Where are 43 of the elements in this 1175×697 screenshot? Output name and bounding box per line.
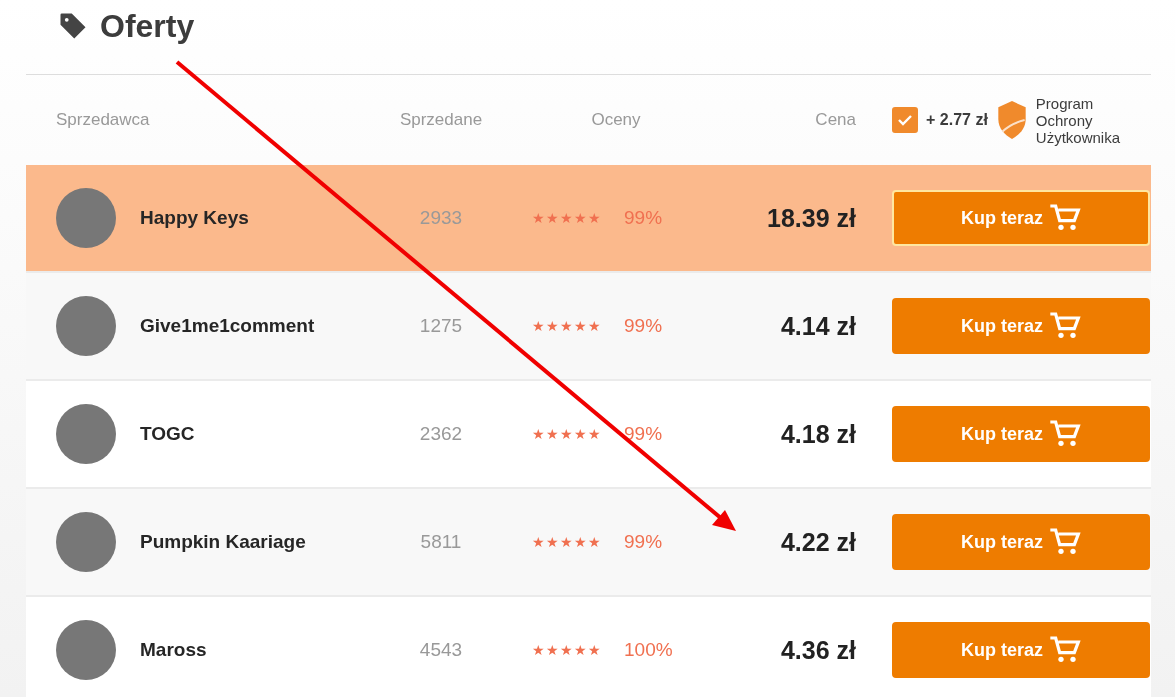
shield-icon (995, 100, 1028, 140)
fee-label: + 2.77 zł (926, 111, 988, 129)
price: 18.39 zł (766, 203, 856, 233)
avatar (56, 512, 116, 572)
sold-count: 1275 (418, 315, 464, 337)
rating-percent: 100% (624, 639, 673, 661)
tag-icon (58, 11, 88, 41)
column-header: Sprzedawca (55, 110, 151, 130)
sold-count: 2933 (418, 207, 464, 229)
price: 4.22 zł (779, 527, 856, 557)
star-rating: ★★★★★ (532, 210, 602, 226)
seller-name[interactable]: Pumpkin Kaariage (140, 531, 306, 553)
seller-name[interactable]: TOGC (140, 423, 195, 445)
sold-count: 2362 (418, 423, 464, 445)
column-header: Oceny (590, 110, 642, 130)
offer-row[interactable]: TOGC 2362 ★★★★★ 99% 4.18 zł Kup teraz (26, 381, 1151, 489)
star-rating: ★★★★★ (532, 318, 602, 334)
rating-percent: 99% (624, 315, 663, 337)
sold-count: 4543 (418, 639, 464, 661)
star-rating: ★★★★★ (532, 534, 602, 550)
offer-row[interactable]: Maross 4543 ★★★★★ 100% 4.36 zł Kup teraz (26, 597, 1151, 697)
rating-percent: 99% (624, 531, 663, 553)
avatar (56, 620, 116, 680)
offer-row[interactable]: Happy Keys 2933 ★★★★★ 99% 18.39 zł Kup teraz (26, 165, 1151, 273)
column-header: Cena (814, 110, 856, 130)
price: 4.36 zł (779, 635, 856, 665)
price: 4.14 zł (779, 311, 856, 341)
seller-name[interactable]: Maross (140, 639, 207, 661)
seller-name[interactable]: Give1me1comment (140, 315, 315, 337)
column-header: Sprzedane (398, 110, 484, 130)
section-title: Oferty (100, 7, 195, 45)
program-label: Program Ochrony Użytkownika (1035, 94, 1122, 146)
sold-count: 5811 (419, 531, 463, 553)
avatar (56, 296, 116, 356)
rating-percent: 99% (624, 207, 663, 229)
star-rating: ★★★★★ (532, 642, 602, 658)
rating-percent: 99% (624, 423, 663, 445)
avatar (56, 404, 116, 464)
price: 4.18 zł (779, 419, 856, 449)
seller-name[interactable]: Happy Keys (140, 207, 249, 229)
avatar (56, 188, 116, 248)
star-rating: ★★★★★ (532, 426, 602, 442)
checkbox[interactable] (892, 107, 918, 133)
